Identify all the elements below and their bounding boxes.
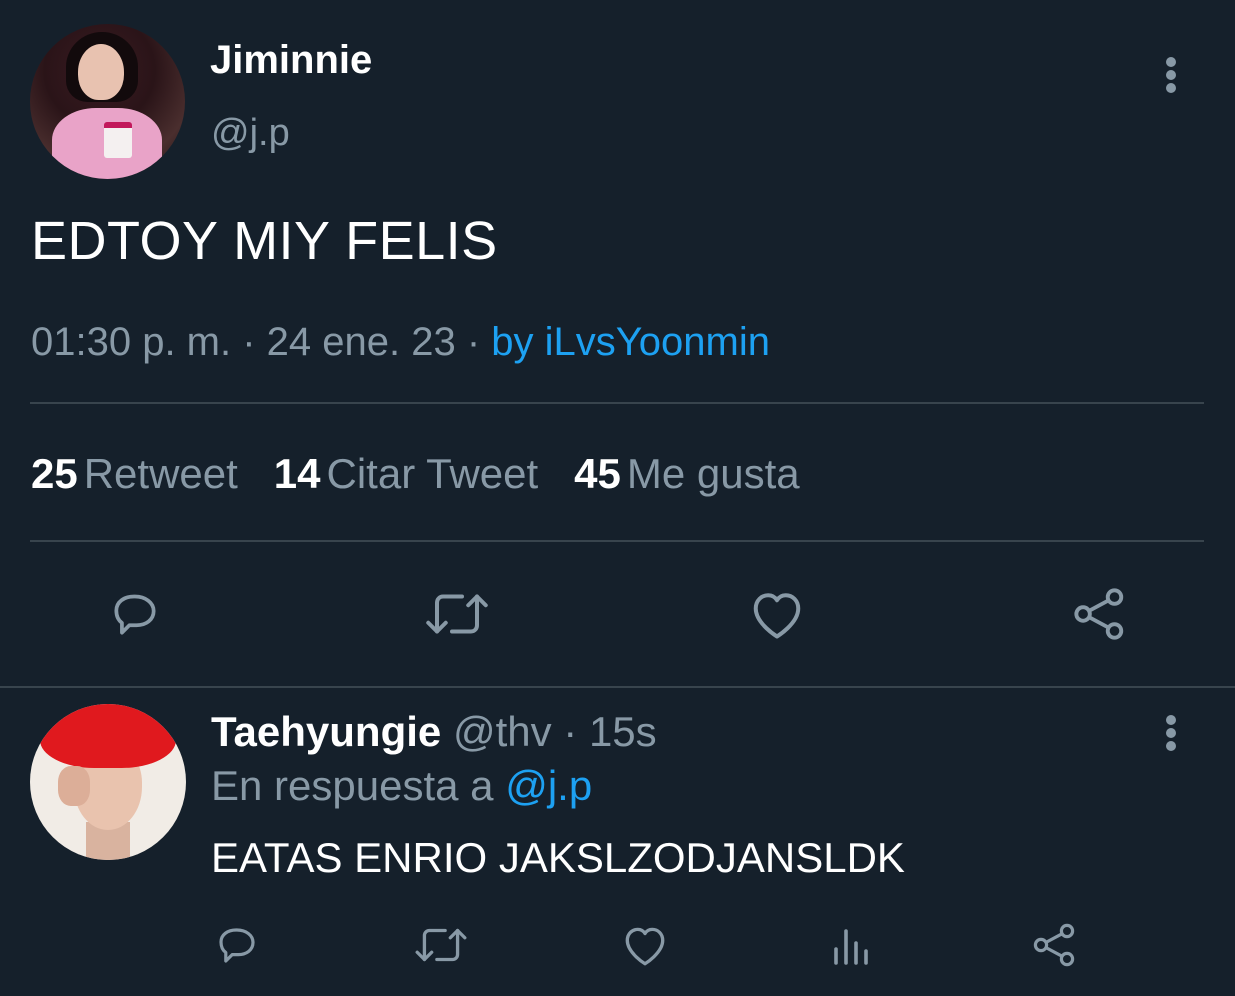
like-count[interactable]: 45 Me gusta (574, 450, 799, 497)
author-handle[interactable]: @j.p (211, 112, 290, 155)
retweet-icon (415, 928, 467, 962)
reply-analytics-button[interactable] (828, 922, 872, 968)
share-icon (1033, 923, 1075, 967)
tweet-date: 24 ene. 23 (266, 320, 456, 364)
like-button[interactable] (746, 586, 808, 642)
like-icon (625, 927, 665, 966)
meta-separator: · (455, 320, 492, 364)
tweet-separator (0, 686, 1235, 688)
reply-avatar[interactable] (30, 704, 186, 860)
reply-time: 15s (588, 708, 657, 755)
analytics-icon (834, 929, 868, 965)
divider (30, 540, 1204, 542)
share-icon (1074, 588, 1124, 640)
reply-retweet-button[interactable] (412, 922, 470, 968)
reply-reply-button[interactable] (212, 920, 262, 970)
reply-icon (219, 928, 255, 963)
avatar[interactable] (30, 24, 185, 179)
reply-author-handle[interactable]: @thv (453, 708, 552, 755)
quote-tweet-count[interactable]: 14 Citar Tweet (274, 450, 538, 497)
more-options-icon[interactable] (1164, 54, 1178, 94)
divider (30, 402, 1204, 404)
reply-text: EATAS ENRIO JAKSLZODJANSLDK (211, 834, 905, 881)
in-reply-to-label: En respuesta a (211, 762, 506, 809)
reply-share-button[interactable] (1030, 920, 1080, 970)
main-tweet: Jiminnie @j.p EDTOY MIY FELIS 01:30 p. m… (0, 0, 1235, 688)
retweet-icon (426, 594, 488, 634)
reply-more-options-icon[interactable] (1164, 712, 1178, 752)
tweet-text: EDTOY MIY FELIS (31, 211, 498, 271)
retweet-button[interactable] (422, 586, 492, 642)
reply-button[interactable] (104, 584, 166, 644)
reply-like-button[interactable] (620, 922, 670, 968)
in-reply-to-mention[interactable]: @j.p (505, 762, 592, 809)
author-display-name[interactable]: Jiminnie (210, 38, 372, 83)
meta-separator: · (231, 320, 267, 364)
reply-header: Taehyungie @thv · 15s (211, 708, 657, 756)
tweet-meta: 01:30 p. m. · 24 ene. 23 · by iLvsYoonmi… (31, 320, 770, 365)
reply-author-display-name[interactable]: Taehyungie (211, 708, 441, 755)
tweet-source-link[interactable]: by iLvsYoonmin (491, 320, 770, 364)
share-button[interactable] (1070, 584, 1130, 644)
like-icon (753, 593, 801, 639)
tweet-time: 01:30 p. m. (31, 320, 232, 364)
retweet-count[interactable]: 25 Retweet (31, 450, 238, 497)
reply-icon (114, 594, 156, 635)
tweet-stats: 25 Retweet 14 Citar Tweet 45 Me gusta (31, 450, 836, 498)
in-reply-to: En respuesta a @j.p (211, 762, 592, 810)
meta-separator: · (551, 708, 589, 755)
